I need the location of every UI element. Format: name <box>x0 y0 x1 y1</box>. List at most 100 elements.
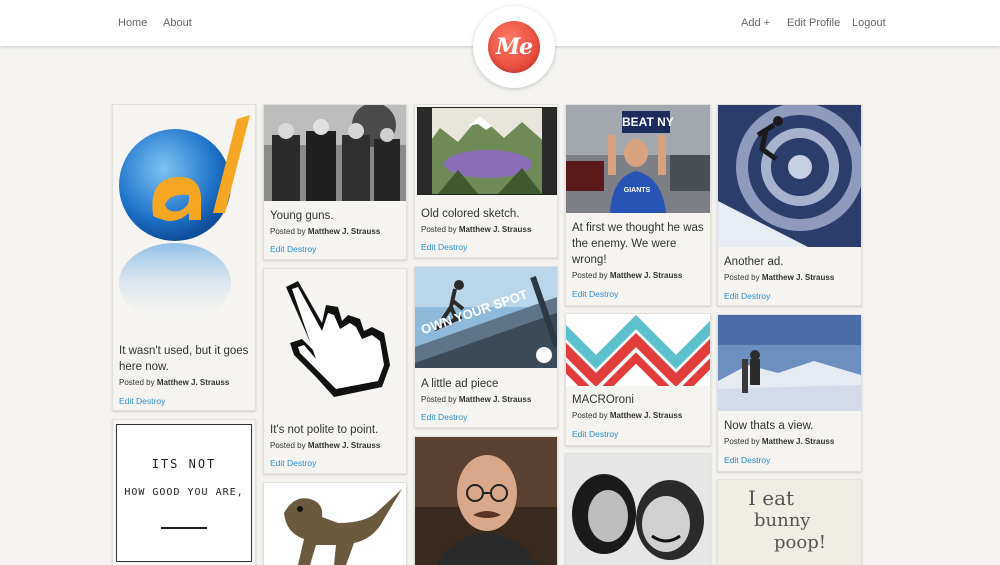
pin-author: Posted by Matthew J. Strauss <box>421 225 531 234</box>
author-name: Matthew J. Strauss <box>458 395 532 404</box>
destroy-link[interactable]: Destroy <box>741 291 770 301</box>
edit-link[interactable]: Edit <box>421 412 436 422</box>
pin-image-snowboard-ad <box>718 105 861 247</box>
nav-add-link[interactable]: Add + <box>741 17 770 29</box>
posted-prefix: Posted by <box>724 273 760 282</box>
author-name: Matthew J. Strauss <box>761 437 835 446</box>
pin-card[interactable]: BEAT NY GIANTS At first we thought he wa… <box>565 104 711 306</box>
pin-caption: MACROroni <box>572 394 634 406</box>
pin-author: Posted by Matthew J. Strauss <box>572 271 682 280</box>
pin-card[interactable]: MACROroni Posted by Matthew J. Strauss E… <box>565 313 711 446</box>
destroy-link[interactable]: Destroy <box>438 412 467 422</box>
pin-author: Posted by Matthew J. Strauss <box>270 227 380 236</box>
pin-actions: Edit Destroy <box>421 242 467 252</box>
author-name: Matthew J. Strauss <box>458 225 532 234</box>
pin-caption: A little ad piece <box>421 378 499 390</box>
edit-link[interactable]: Edit <box>421 242 436 252</box>
pin-card[interactable]: OWN YOUR SPOT A little ad piece Posted b… <box>414 266 558 428</box>
edit-link[interactable]: Edit <box>572 429 587 439</box>
pin-card[interactable]: Another ad. Posted by Matthew J. Strauss… <box>717 104 862 306</box>
pin-image-typography-poster: ITS NOT HOW GOOD YOU ARE, <box>116 424 252 562</box>
pin-author: Posted by Matthew J. Strauss <box>270 441 380 450</box>
author-name: Matthew J. Strauss <box>156 378 230 387</box>
pin-author: Posted by Matthew J. Strauss <box>119 378 229 387</box>
author-name: Matthew J. Strauss <box>307 441 381 450</box>
pin-card[interactable]: ITS NOT HOW GOOD YOU ARE, <box>112 419 256 565</box>
pin-caption: At first we thought he was the enemy. We… <box>572 222 704 266</box>
pin-actions: Edit Destroy <box>119 396 165 406</box>
destroy-link[interactable]: Destroy <box>287 244 316 254</box>
pin-card[interactable] <box>565 453 711 565</box>
edit-link[interactable]: Edit <box>270 458 285 468</box>
note-line-2: bunny <box>754 510 811 531</box>
pin-actions: Edit Destroy <box>724 455 770 465</box>
posted-prefix: Posted by <box>572 271 608 280</box>
posted-prefix: Posted by <box>421 225 457 234</box>
pin-author: Posted by Matthew J. Strauss <box>724 437 834 446</box>
logo-text: Me <box>495 34 533 60</box>
pin-card[interactable]: Old colored sketch. Posted by Matthew J.… <box>414 104 558 258</box>
pin-caption: It wasn't used, but it goes here now. <box>119 345 249 373</box>
edit-link[interactable]: Edit <box>270 244 285 254</box>
shirt-text: GIANTS <box>623 187 651 194</box>
destroy-link[interactable]: Destroy <box>287 458 316 468</box>
pin-actions: Edit Destroy <box>724 291 770 301</box>
pin-image-aol-logo <box>113 105 255 335</box>
destroy-link[interactable]: Destroy <box>589 289 618 299</box>
note-line-3: poop! <box>774 532 826 553</box>
sign-text: BEAT NY <box>622 115 674 129</box>
pin-caption: It's not polite to point. <box>270 424 379 436</box>
pin-card[interactable] <box>263 482 407 565</box>
pin-image-giants-fan-photo: BEAT NY GIANTS <box>566 105 710 213</box>
destroy-link[interactable]: Destroy <box>438 242 467 252</box>
pin-image-graduation-photo <box>264 105 406 201</box>
pin-actions: Edit Destroy <box>572 289 618 299</box>
nav-about-link[interactable]: About <box>163 17 192 29</box>
pin-image-macroroni-pattern <box>566 314 710 386</box>
posted-prefix: Posted by <box>421 395 457 404</box>
pin-actions: Edit Destroy <box>421 412 467 422</box>
pin-author: Posted by Matthew J. Strauss <box>572 411 682 420</box>
destroy-link[interactable]: Destroy <box>741 455 770 465</box>
posted-prefix: Posted by <box>270 227 306 236</box>
nav-logout-link[interactable]: Logout <box>852 17 886 29</box>
pin-actions: Edit Destroy <box>270 458 316 468</box>
site-logo[interactable]: Me <box>473 6 555 88</box>
pin-card[interactable]: It wasn't used, but it goes here now. Po… <box>112 104 256 411</box>
pin-card[interactable] <box>414 436 558 565</box>
edit-link[interactable]: Edit <box>724 455 739 465</box>
destroy-link[interactable]: Destroy <box>589 429 618 439</box>
pin-image-dinosaur-costume <box>264 483 406 565</box>
pin-card[interactable]: Now thats a view. Posted by Matthew J. S… <box>717 314 862 472</box>
pin-actions: Edit Destroy <box>572 429 618 439</box>
pin-caption: Old colored sketch. <box>421 208 520 220</box>
pin-author: Posted by Matthew J. Strauss <box>724 273 834 282</box>
note-line-1: I eat <box>748 486 795 510</box>
author-name: Matthew J. Strauss <box>609 271 683 280</box>
poster-divider <box>161 527 207 529</box>
posted-prefix: Posted by <box>572 411 608 420</box>
posted-prefix: Posted by <box>270 441 306 450</box>
edit-link[interactable]: Edit <box>119 396 134 406</box>
edit-link[interactable]: Edit <box>724 291 739 301</box>
pin-image-handwritten-note: I eat bunny poop! <box>718 480 861 565</box>
nav-edit-profile-link[interactable]: Edit Profile <box>787 17 840 29</box>
pin-author: Posted by Matthew J. Strauss <box>421 395 531 404</box>
pin-image-mountain-view <box>718 315 861 411</box>
destroy-link[interactable]: Destroy <box>136 396 165 406</box>
posted-prefix: Posted by <box>724 437 760 446</box>
edit-link[interactable]: Edit <box>572 289 587 299</box>
pin-caption: Now thats a view. <box>724 420 814 432</box>
pin-image-pointing-hand-cursor <box>264 269 406 414</box>
author-name: Matthew J. Strauss <box>609 411 683 420</box>
pin-card[interactable]: It's not polite to point. Posted by Matt… <box>263 268 407 474</box>
pin-card[interactable]: I eat bunny poop! <box>717 479 862 565</box>
author-name: Matthew J. Strauss <box>307 227 381 236</box>
nav-home-link[interactable]: Home <box>118 17 147 29</box>
logo-badge: Me <box>488 21 540 73</box>
pin-actions: Edit Destroy <box>270 244 316 254</box>
posted-prefix: Posted by <box>119 378 155 387</box>
pin-card[interactable]: Young guns. Posted by Matthew J. Strauss… <box>263 104 407 260</box>
author-name: Matthew J. Strauss <box>761 273 835 282</box>
poster-line-1: ITS NOT <box>151 457 217 471</box>
